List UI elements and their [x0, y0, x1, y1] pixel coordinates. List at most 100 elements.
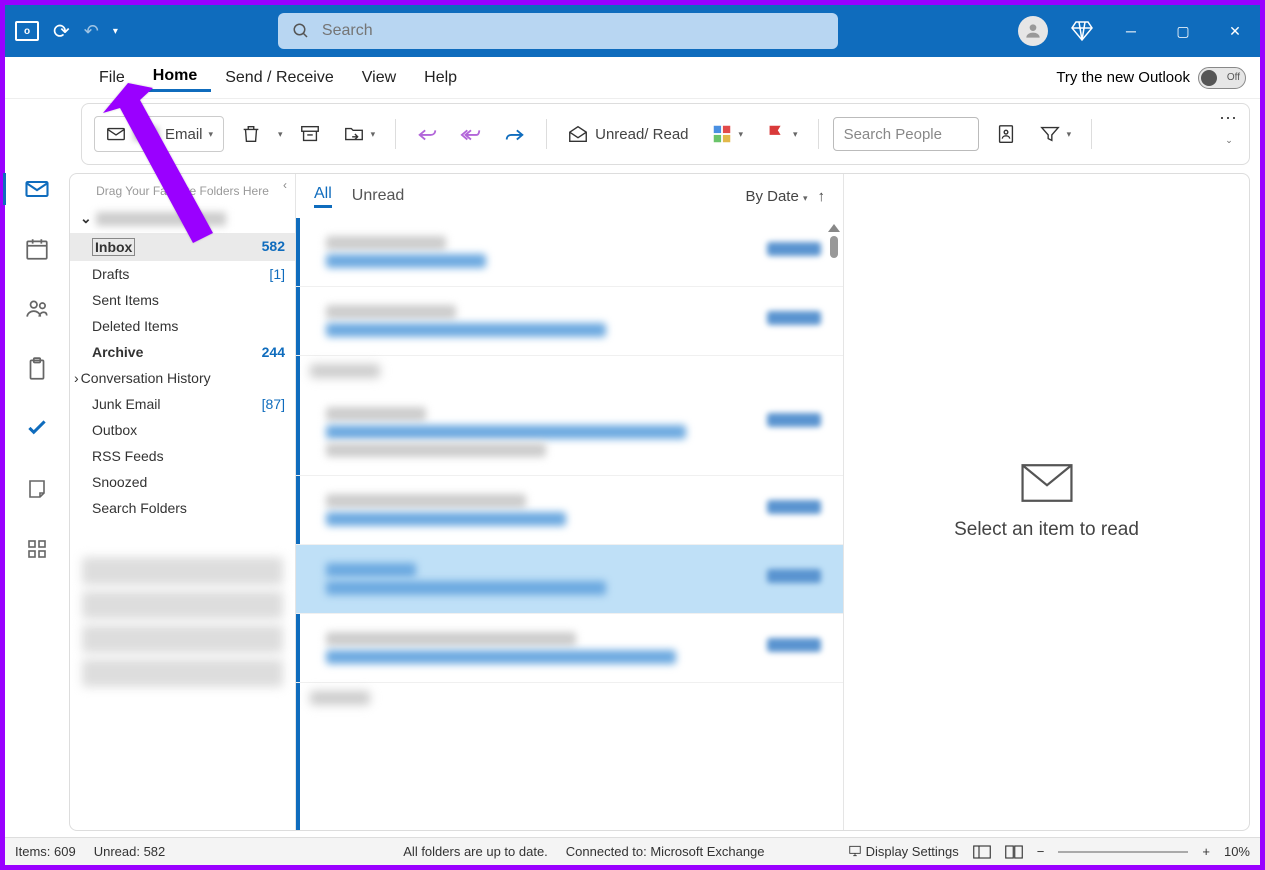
calendar-icon — [24, 236, 50, 262]
menu-send-receive[interactable]: Send / Receive — [211, 65, 348, 91]
forward-icon — [504, 123, 526, 145]
folder-rss-feeds[interactable]: RSS Feeds — [70, 443, 295, 469]
archive-button[interactable] — [293, 116, 327, 152]
status-items-count: Items: 609 — [15, 844, 76, 859]
msglist-tab-unread[interactable]: Unread — [352, 187, 404, 205]
envelope-large-icon — [1020, 463, 1074, 503]
menu-bar: File Home Send / Receive View Help Try t… — [5, 57, 1260, 99]
status-bar: Items: 609 Unread: 582 All folders are u… — [5, 837, 1260, 865]
sync-icon[interactable]: ⟳ — [53, 19, 70, 44]
folder-snoozed[interactable]: Snoozed — [70, 469, 295, 495]
message-group-header[interactable] — [296, 356, 843, 389]
message-item[interactable] — [296, 614, 843, 683]
account-avatar[interactable] — [1018, 16, 1048, 46]
checkmark-icon — [24, 416, 50, 442]
navrail-calendar[interactable] — [17, 233, 57, 265]
navrail-mail[interactable] — [17, 173, 57, 205]
navrail-tasks[interactable] — [17, 353, 57, 385]
navrail-notes[interactable] — [17, 473, 57, 505]
sort-by-date[interactable]: By Date ▾ — [745, 188, 807, 205]
ribbon-collapse-button[interactable]: ⌄ — [1225, 135, 1233, 146]
diamond-premium-icon[interactable] — [1070, 19, 1094, 43]
close-button[interactable]: ✕ — [1220, 16, 1250, 46]
filter-button[interactable]: ▾ — [1033, 116, 1078, 152]
folder-deleted-items[interactable]: Deleted Items — [70, 313, 295, 339]
search-input[interactable] — [322, 22, 824, 40]
move-button[interactable]: ▾ — [337, 116, 382, 152]
unread-read-label: Unread/ Read — [595, 126, 688, 143]
zoom-out-button[interactable]: − — [1037, 844, 1045, 859]
global-search[interactable] — [278, 13, 838, 49]
zoom-slider[interactable] — [1058, 851, 1188, 853]
nav-rail — [5, 173, 69, 837]
flag-button[interactable]: ▾ — [759, 116, 804, 152]
display-settings-button[interactable]: Display Settings — [848, 844, 959, 859]
view-reading-icon[interactable] — [1005, 845, 1023, 859]
other-account-3[interactable] — [82, 625, 283, 653]
apps-grid-icon — [25, 537, 49, 561]
favorites-hint: Drag Your Favorite Folders Here ‹ — [70, 174, 295, 204]
people-icon — [24, 296, 50, 322]
navrail-people[interactable] — [17, 293, 57, 325]
unread-read-button[interactable]: Unread/ Read — [561, 116, 694, 152]
menu-view[interactable]: View — [348, 65, 410, 91]
folder-conversation-history[interactable]: ›Conversation History — [70, 365, 295, 391]
navrail-todo[interactable] — [17, 413, 57, 445]
maximize-button[interactable]: ▢ — [1168, 16, 1198, 46]
address-book-button[interactable] — [989, 116, 1023, 152]
reply-all-button[interactable] — [454, 116, 488, 152]
view-normal-icon[interactable] — [973, 845, 991, 859]
reply-button[interactable] — [410, 116, 444, 152]
menu-file[interactable]: File — [85, 65, 139, 91]
reply-icon — [416, 123, 438, 145]
folder-inbox[interactable]: Inbox 582 — [70, 233, 295, 261]
new-email-blur — [133, 127, 159, 141]
junk-count: 87 — [262, 396, 285, 412]
message-item[interactable] — [296, 287, 843, 356]
message-item[interactable] — [296, 218, 843, 287]
menu-home[interactable]: Home — [139, 63, 211, 92]
other-account-4[interactable] — [82, 659, 283, 687]
other-account-1[interactable] — [82, 557, 283, 585]
folder-junk-email[interactable]: Junk Email 87 — [70, 391, 295, 417]
ribbon-overflow-button[interactable]: ⋯ — [1219, 108, 1239, 129]
message-item[interactable] — [296, 476, 843, 545]
folder-outbox[interactable]: Outbox — [70, 417, 295, 443]
folder-sent-items[interactable]: Sent Items — [70, 287, 295, 313]
try-new-outlook-toggle[interactable]: Off — [1198, 67, 1246, 89]
toggle-off-text: Off — [1227, 72, 1240, 83]
sort-direction-button[interactable]: ↑ — [818, 188, 826, 205]
folder-search-folders[interactable]: Search Folders — [70, 495, 295, 521]
chevron-down-icon: ⌄ — [80, 210, 92, 227]
categorize-button[interactable]: ▾ — [705, 116, 750, 152]
zoom-in-button[interactable]: + — [1202, 844, 1210, 859]
search-people-placeholder: Search People — [844, 126, 942, 143]
inbox-count: 582 — [262, 238, 285, 256]
chevron-right-icon: › — [74, 370, 79, 386]
navrail-more-apps[interactable] — [17, 533, 57, 565]
delete-button[interactable] — [234, 116, 268, 152]
undo-icon[interactable]: ↶ — [84, 21, 99, 42]
archive-icon — [299, 123, 321, 145]
other-account-2[interactable] — [82, 591, 283, 619]
new-email-label: Email — [165, 126, 203, 143]
menu-help[interactable]: Help — [410, 65, 471, 91]
account-header[interactable]: ⌄ — [70, 204, 295, 233]
new-email-button[interactable]: Email ▾ — [94, 116, 224, 152]
minimize-button[interactable]: ─ — [1116, 16, 1146, 46]
outlook-app-icon: o — [15, 21, 39, 41]
forward-button[interactable] — [498, 116, 532, 152]
reading-pane: Select an item to read — [844, 174, 1249, 830]
delete-dropdown[interactable]: ▾ — [278, 129, 283, 140]
message-item-selected[interactable] — [296, 545, 843, 614]
message-item[interactable] — [296, 389, 843, 476]
categories-icon — [711, 123, 733, 145]
message-group-header[interactable] — [296, 683, 843, 716]
folder-drafts[interactable]: Drafts 1 — [70, 261, 295, 287]
trash-icon — [240, 123, 262, 145]
folder-archive[interactable]: Archive 244 — [70, 339, 295, 365]
msglist-tab-all[interactable]: All — [314, 185, 332, 208]
collapse-folder-pane-icon[interactable]: ‹ — [283, 178, 287, 192]
qat-dropdown-icon[interactable]: ▾ — [113, 26, 118, 37]
search-people-input[interactable]: Search People — [833, 117, 979, 151]
